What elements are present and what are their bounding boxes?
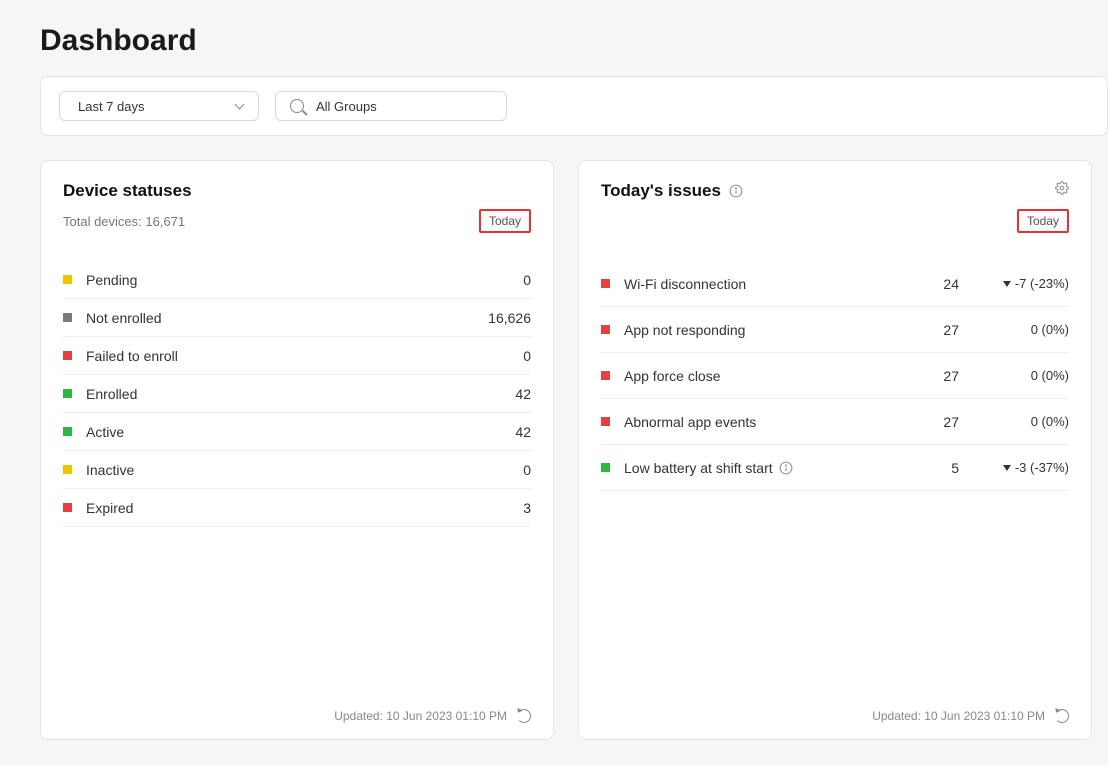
status-row[interactable]: Pending0 (63, 261, 531, 299)
status-value: 0 (471, 272, 531, 288)
status-swatch (63, 427, 72, 436)
statuses-list: Pending0Not enrolled16,626Failed to enro… (63, 261, 531, 527)
status-value: 3 (471, 500, 531, 516)
issues-updated: Updated: 10 Jun 2023 01:10 PM (872, 709, 1045, 723)
status-label: Expired (86, 500, 471, 516)
issue-label: Low battery at shift start (624, 460, 899, 476)
trend-down-icon (1003, 281, 1011, 287)
group-search[interactable]: All Groups (275, 91, 507, 121)
issue-change: -7 (-23%) (959, 276, 1069, 291)
issue-swatch (601, 325, 610, 334)
issue-label: App not responding (624, 322, 899, 338)
status-swatch (63, 351, 72, 360)
issue-swatch (601, 417, 610, 426)
filter-bar: Last 7 days All Groups (40, 76, 1108, 136)
issue-row[interactable]: App not responding270 (0%) (601, 307, 1069, 353)
info-icon[interactable] (729, 184, 743, 198)
issue-value: 27 (899, 414, 959, 430)
issue-change: 0 (0%) (959, 414, 1069, 429)
device-statuses-card: Device statuses Total devices: 16,671 To… (40, 160, 554, 740)
status-row[interactable]: Failed to enroll0 (63, 337, 531, 375)
device-statuses-title: Device statuses (63, 181, 192, 201)
status-label: Active (86, 424, 471, 440)
search-icon (290, 99, 304, 113)
date-range-value: Last 7 days (78, 99, 145, 114)
issue-swatch (601, 371, 610, 380)
issue-swatch (601, 279, 610, 288)
issues-title: Today's issues (601, 181, 721, 201)
refresh-icon[interactable] (1055, 709, 1069, 723)
trend-down-icon (1003, 465, 1011, 471)
status-row[interactable]: Expired3 (63, 489, 531, 527)
status-value: 0 (471, 462, 531, 478)
issue-label: Wi-Fi disconnection (624, 276, 899, 292)
issue-row[interactable]: Abnormal app events270 (0%) (601, 399, 1069, 445)
date-range-dropdown[interactable]: Last 7 days (59, 91, 259, 121)
issue-row[interactable]: Low battery at shift start 5-3 (-37%) (601, 445, 1069, 491)
status-label: Not enrolled (86, 310, 471, 326)
gear-icon[interactable] (1055, 181, 1069, 195)
issue-change: -3 (-37%) (959, 460, 1069, 475)
statuses-today-tag[interactable]: Today (479, 209, 531, 233)
status-row[interactable]: Enrolled42 (63, 375, 531, 413)
issue-value: 5 (899, 460, 959, 476)
status-value: 42 (471, 424, 531, 440)
status-label: Inactive (86, 462, 471, 478)
status-value: 16,626 (471, 310, 531, 326)
status-swatch (63, 275, 72, 284)
status-swatch (63, 389, 72, 398)
status-label: Enrolled (86, 386, 471, 402)
status-label: Pending (86, 272, 471, 288)
issue-row[interactable]: App force close270 (0%) (601, 353, 1069, 399)
issues-list: Wi-Fi disconnection24-7 (-23%)App not re… (601, 261, 1069, 491)
status-value: 0 (471, 348, 531, 364)
group-search-value: All Groups (316, 99, 377, 114)
status-swatch (63, 465, 72, 474)
issue-label: App force close (624, 368, 899, 384)
status-row[interactable]: Not enrolled16,626 (63, 299, 531, 337)
issue-swatch (601, 463, 610, 472)
issues-today-tag[interactable]: Today (1017, 209, 1069, 233)
statuses-updated: Updated: 10 Jun 2023 01:10 PM (334, 709, 507, 723)
info-icon[interactable] (779, 461, 793, 475)
issue-value: 24 (899, 276, 959, 292)
todays-issues-card: Today's issues Today Wi-Fi disconnection… (578, 160, 1092, 740)
status-swatch (63, 313, 72, 322)
issue-change: 0 (0%) (959, 368, 1069, 383)
issue-label: Abnormal app events (624, 414, 899, 430)
status-row[interactable]: Active42 (63, 413, 531, 451)
issue-row[interactable]: Wi-Fi disconnection24-7 (-23%) (601, 261, 1069, 307)
issue-value: 27 (899, 322, 959, 338)
status-value: 42 (471, 386, 531, 402)
status-swatch (63, 503, 72, 512)
chevron-down-icon (234, 101, 244, 111)
status-label: Failed to enroll (86, 348, 471, 364)
total-devices-label: Total devices: 16,671 (63, 214, 185, 229)
page-title: Dashboard (40, 24, 1108, 58)
issue-change: 0 (0%) (959, 322, 1069, 337)
refresh-icon[interactable] (517, 709, 531, 723)
status-row[interactable]: Inactive0 (63, 451, 531, 489)
issue-value: 27 (899, 368, 959, 384)
